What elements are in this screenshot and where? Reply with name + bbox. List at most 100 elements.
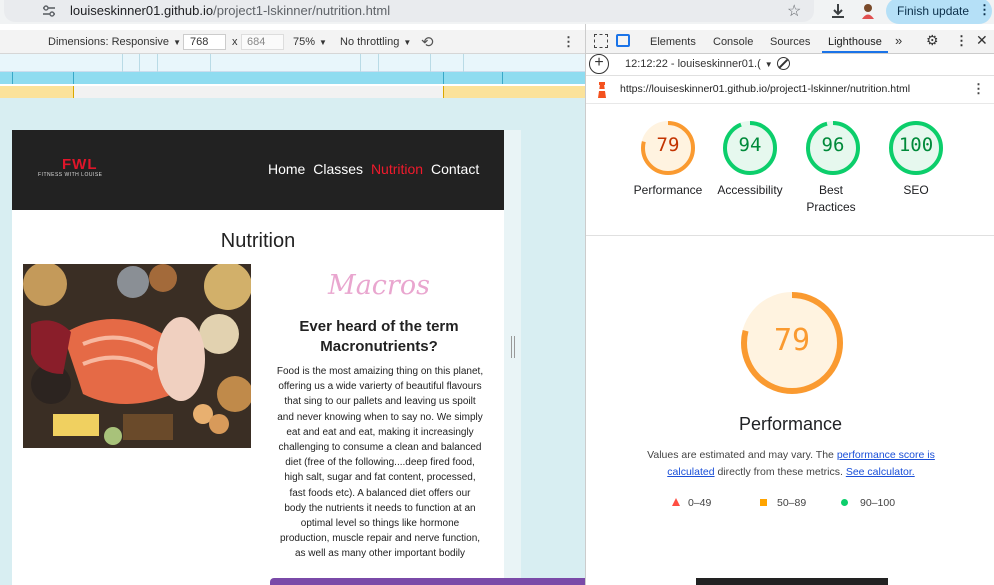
score-label: Performance	[633, 183, 703, 197]
body-text: Food is the most amaizing thing on this …	[262, 364, 498, 562]
nav-classes[interactable]: Classes	[313, 161, 363, 177]
performance-big-gauge: 79	[739, 290, 845, 396]
lighthouse-toolbar: + 12:12:22 - louiseskinner01.(▼	[586, 54, 994, 76]
body-line: as well as many other important bodily	[294, 548, 466, 560]
score-value: 79	[656, 134, 680, 156]
simulated-page: FWL FITNESS WITH LOUISE Home Classes Nut…	[12, 130, 504, 585]
url-path: /project1-lskinner/nutrition.html	[213, 3, 391, 18]
page-title: Nutrition	[220, 230, 296, 252]
kebab-menu-icon[interactable]: ⋮	[972, 81, 985, 97]
kebab-menu-icon: ⋮	[978, 2, 991, 17]
score-value: 96	[821, 134, 845, 156]
score-label: Accessibility	[717, 183, 783, 197]
score-value: 100	[898, 134, 934, 156]
browser-address-bar: ↻ louiseskinner01.github.io/project1-lsk…	[0, 0, 994, 24]
legend-average: 50–89	[760, 497, 806, 509]
download-icon[interactable]	[830, 2, 846, 20]
width-value: 768	[190, 36, 209, 48]
url-text[interactable]: louiseskinner01.github.io/project1-lskin…	[70, 3, 390, 18]
circle-icon	[841, 499, 848, 506]
throttling-dropdown[interactable]: No throttling ▼	[340, 36, 411, 48]
section-divider	[586, 235, 994, 236]
zoom-value: 75%	[293, 36, 316, 48]
nav-nutrition[interactable]: Nutrition	[371, 161, 423, 177]
body-line: that sing to our pallets and leaving us …	[284, 396, 476, 408]
legend-fail: 0–49	[672, 497, 711, 509]
site-info-icon[interactable]	[40, 3, 58, 19]
question-heading: Ever heard of the term Macronutrients?	[299, 318, 459, 355]
omnibox[interactable]: louiseskinner01.github.io/project1-lskin…	[4, 0, 814, 22]
note-text: Values are estimated and may vary. The	[647, 449, 837, 461]
tab-sources[interactable]: Sources	[770, 36, 810, 48]
site-header: FWL FITNESS WITH LOUISE Home Classes Nut…	[12, 130, 504, 210]
device-mode-icon[interactable]	[616, 34, 630, 47]
big-score-label: Performance	[738, 414, 843, 434]
body-line: production, muscle repair and nerve func…	[279, 533, 481, 545]
body-line: diet (free of the following....deep fire…	[285, 457, 475, 469]
site-logo[interactable]: FWL FITNESS WITH LOUISE	[38, 156, 130, 182]
body-line: fast foods etc). A balanced diet offers …	[289, 487, 471, 499]
see-calculator-link[interactable]: See calculator.	[846, 466, 915, 478]
score-value: 94	[738, 134, 762, 156]
macros-title: Macros	[328, 270, 430, 301]
report-url[interactable]: https://louiseskinner01.github.io/projec…	[620, 83, 910, 95]
device-viewport: FWL FITNESS WITH LOUISE Home Classes Nut…	[0, 98, 640, 585]
food-image	[23, 264, 251, 448]
score-legend: 0–49 50–89 90–100	[672, 497, 932, 513]
clear-icon[interactable]	[777, 57, 790, 70]
gauge-performance[interactable]: 79 Performance	[634, 120, 706, 230]
triangle-icon	[672, 498, 680, 506]
url-host: louiseskinner01.github.io	[70, 3, 214, 18]
logo-subtext: FITNESS WITH LOUISE	[38, 172, 103, 178]
settings-gear-icon[interactable]: ⚙	[926, 32, 939, 49]
chevron-down-icon: ▼	[764, 60, 773, 69]
report-selector[interactable]: 12:12:22 - louiseskinner01.(▼	[625, 58, 773, 70]
body-line: offering us a wide varierty of beautiful…	[278, 381, 482, 393]
close-icon[interactable]: ✕	[976, 32, 988, 49]
note-text: directly from these metrics.	[714, 466, 846, 478]
dimensions-label: Dimensions: Responsive	[48, 36, 170, 48]
zoom-dropdown[interactable]: 75% ▼	[293, 36, 327, 48]
dimensions-dropdown[interactable]: Dimensions: Responsive ▼	[48, 36, 181, 48]
resize-handle-right[interactable]	[511, 336, 515, 358]
legend-pass: 90–100	[841, 497, 895, 509]
inspect-icon[interactable]	[594, 34, 608, 48]
nav-home[interactable]: Home	[268, 161, 305, 177]
lighthouse-icon	[596, 82, 608, 98]
legend-range: 90–100	[860, 497, 896, 509]
throttling-value: No throttling	[340, 36, 400, 48]
width-input[interactable]: 768	[183, 34, 226, 50]
body-line: and never knowing when to say no. We sim…	[277, 411, 483, 423]
gauge-accessibility[interactable]: 94 Accessibility	[717, 120, 788, 230]
report-time: 12:12:22 - louiseskinner01.(	[625, 58, 761, 70]
legend-range: 0–49	[688, 497, 712, 509]
nav-contact[interactable]: Contact	[431, 161, 479, 177]
active-tab-indicator	[822, 51, 888, 53]
gauge-seo[interactable]: 100 SEO	[884, 120, 954, 230]
rotate-icon[interactable]: ⟲	[421, 33, 434, 51]
gauge-best-practices[interactable]: 96 Best Practices	[801, 120, 871, 230]
big-score-value: 79	[773, 323, 811, 358]
tab-console[interactable]: Console	[713, 36, 753, 48]
body-line: high salt, sugar and fat content, proces…	[284, 472, 476, 484]
kebab-menu-icon[interactable]: ⋮	[562, 34, 575, 50]
chevron-down-icon: ▼	[173, 38, 181, 47]
site-nav: Home Classes Nutrition Contact	[268, 161, 479, 177]
media-query-ruler-top	[0, 54, 585, 72]
body-line: body the nutrients it needs to function …	[284, 502, 476, 514]
bookmark-star-icon[interactable]: ☆	[787, 1, 801, 21]
height-input[interactable]: 684	[241, 34, 284, 50]
chevron-down-icon: ▼	[319, 38, 327, 47]
times-sign: x	[232, 36, 238, 48]
kebab-menu-icon[interactable]: ⋮	[955, 33, 968, 49]
screenshot-thumbnail	[696, 578, 888, 585]
finish-update-label: Finish update	[897, 4, 970, 18]
finish-update-button[interactable]: Finish update ⋮	[886, 0, 992, 24]
more-tabs-icon[interactable]: »	[895, 33, 902, 48]
profile-avatar[interactable]	[860, 2, 876, 20]
tab-lighthouse[interactable]: Lighthouse	[828, 36, 882, 48]
media-query-ruler-bottom	[0, 86, 585, 98]
new-report-button[interactable]: +	[589, 54, 609, 74]
tab-elements[interactable]: Elements	[650, 36, 696, 48]
logo-text: FWL	[62, 156, 98, 173]
